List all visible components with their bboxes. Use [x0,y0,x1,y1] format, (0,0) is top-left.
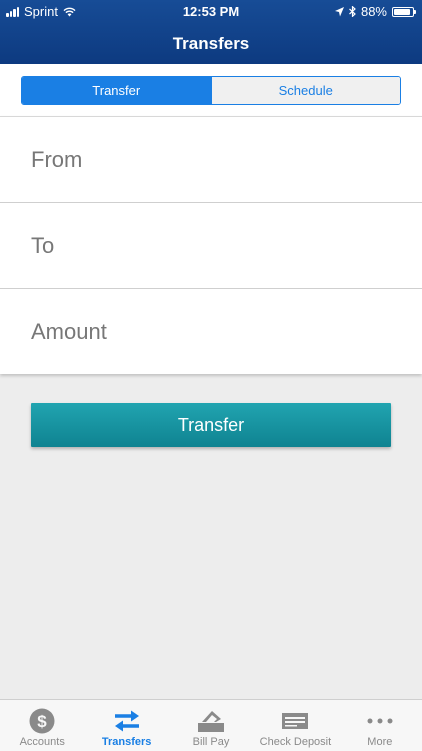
transfer-button[interactable]: Transfer [31,403,391,447]
bill-pay-icon [198,711,225,732]
tab-bar: $ Accounts Transfers Bill Pay Check Depo… [0,699,422,751]
tab-more[interactable]: More [338,700,422,751]
from-field[interactable]: From [0,116,422,202]
dollar-icon: $ [29,708,55,734]
check-deposit-icon [282,713,309,729]
amount-field[interactable]: Amount [0,288,422,374]
to-field[interactable]: To [0,202,422,288]
amount-label: Amount [31,318,107,344]
tab-accounts[interactable]: $ Accounts [0,700,84,751]
segment-schedule[interactable]: Schedule [210,77,400,104]
to-label: To [31,232,55,258]
segmented-control: Transfer Schedule [21,76,401,105]
tab-check-deposit[interactable]: Check Deposit [253,700,337,751]
battery-icon [392,6,416,17]
battery-percent: 88% [360,4,387,19]
tab-bill-pay[interactable]: Bill Pay [169,700,253,751]
tab-accounts-label: Accounts [19,736,65,748]
page-title: Transfers [172,34,250,53]
tab-transfers[interactable]: Transfers [84,700,168,751]
from-label: From [31,146,83,172]
transfer-form: From To Amount [0,116,422,374]
svg-text:$: $ [37,712,47,731]
status-bar: Sprint 12:53 PM 88% [0,0,422,22]
more-icon [367,718,393,724]
tab-check-deposit-label: Check Deposit [259,736,332,748]
tab-transfers-label: Transfers [101,736,152,748]
segmented-control-container: Transfer Schedule [0,64,422,116]
bluetooth-icon [349,6,356,17]
transfer-arrows-icon [114,710,139,732]
tab-more-label: More [367,736,393,748]
location-icon [334,6,344,16]
segment-transfer[interactable]: Transfer [22,77,211,104]
app-header: Sprint 12:53 PM 88% Transfers [0,0,422,64]
tab-bill-pay-label: Bill Pay [192,736,230,748]
